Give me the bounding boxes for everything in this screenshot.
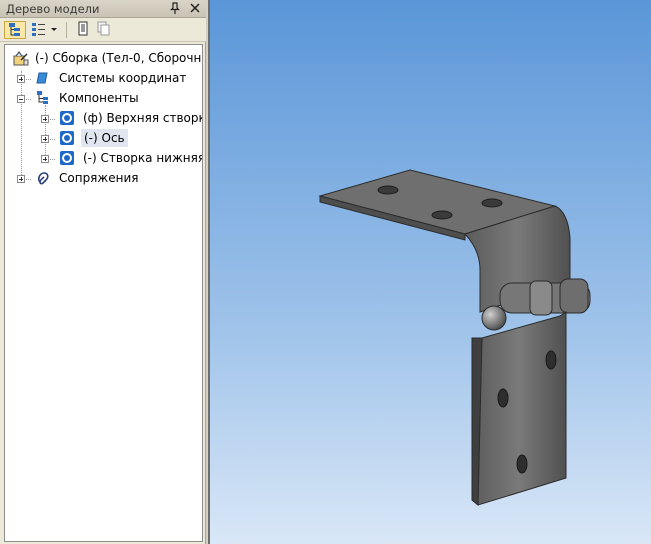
expand-toggle[interactable] [17, 175, 25, 183]
tree-item-label: Компоненты [59, 91, 139, 105]
toolbar-separator [66, 22, 70, 38]
model-viewport[interactable] [208, 0, 651, 544]
expand-toggle[interactable] [41, 115, 49, 123]
panel-title: Дерево модели [6, 2, 100, 16]
part-icon [59, 110, 75, 131]
tree-item-coordinate-systems[interactable]: Системы координат [5, 69, 202, 87]
list-view-icon[interactable] [30, 21, 60, 39]
tree-item-label: Системы координат [59, 71, 187, 85]
panel-titlebar: Дерево модели [0, 0, 206, 18]
expand-toggle[interactable] [41, 155, 49, 163]
tree-item-axis[interactable]: (-) Ось [5, 129, 202, 147]
expand-toggle[interactable] [17, 75, 25, 83]
close-icon[interactable] [188, 1, 202, 15]
hinge-model [318, 169, 591, 507]
tree-item-label: (-) Ось [81, 129, 128, 147]
tree-item-label: (-) Створка нижняя [83, 151, 203, 165]
document-icon[interactable] [74, 21, 92, 39]
panel-toolbar [0, 18, 206, 42]
collapse-toggle[interactable] [17, 95, 25, 103]
tree-item-lower-leaf[interactable]: (-) Створка нижняя [5, 149, 202, 167]
model-tree-panel: Дерево модели (-) Сборка (Тел-0, Сборочн… [0, 0, 206, 544]
part-icon [59, 130, 75, 151]
tree-root[interactable]: (-) Сборка (Тел-0, Сборочны [5, 49, 202, 67]
pin-icon[interactable] [168, 1, 182, 15]
tree-item-label: Сопряжения [59, 171, 139, 185]
expand-toggle[interactable] [41, 135, 49, 143]
part-icon [59, 150, 75, 171]
tree-item-upper-leaf[interactable]: (ф) Верхняя створка [5, 109, 202, 127]
chevron-down-icon [51, 28, 57, 31]
assembly-icon [13, 50, 29, 71]
document-copy-icon[interactable] [94, 21, 112, 39]
tree-item-components[interactable]: Компоненты [5, 89, 202, 107]
tree-item-label: (ф) Верхняя створка [83, 111, 203, 125]
tree-item-constraints[interactable]: Сопряжения [5, 169, 202, 187]
components-icon [35, 90, 51, 111]
tree-root-label: (-) Сборка (Тел-0, Сборочны [35, 51, 203, 65]
coordinate-systems-icon [35, 70, 51, 91]
model-tree: (-) Сборка (Тел-0, Сборочны Системы коор… [4, 44, 203, 542]
tree-structure-icon[interactable] [4, 21, 26, 39]
constraints-icon [35, 170, 51, 191]
